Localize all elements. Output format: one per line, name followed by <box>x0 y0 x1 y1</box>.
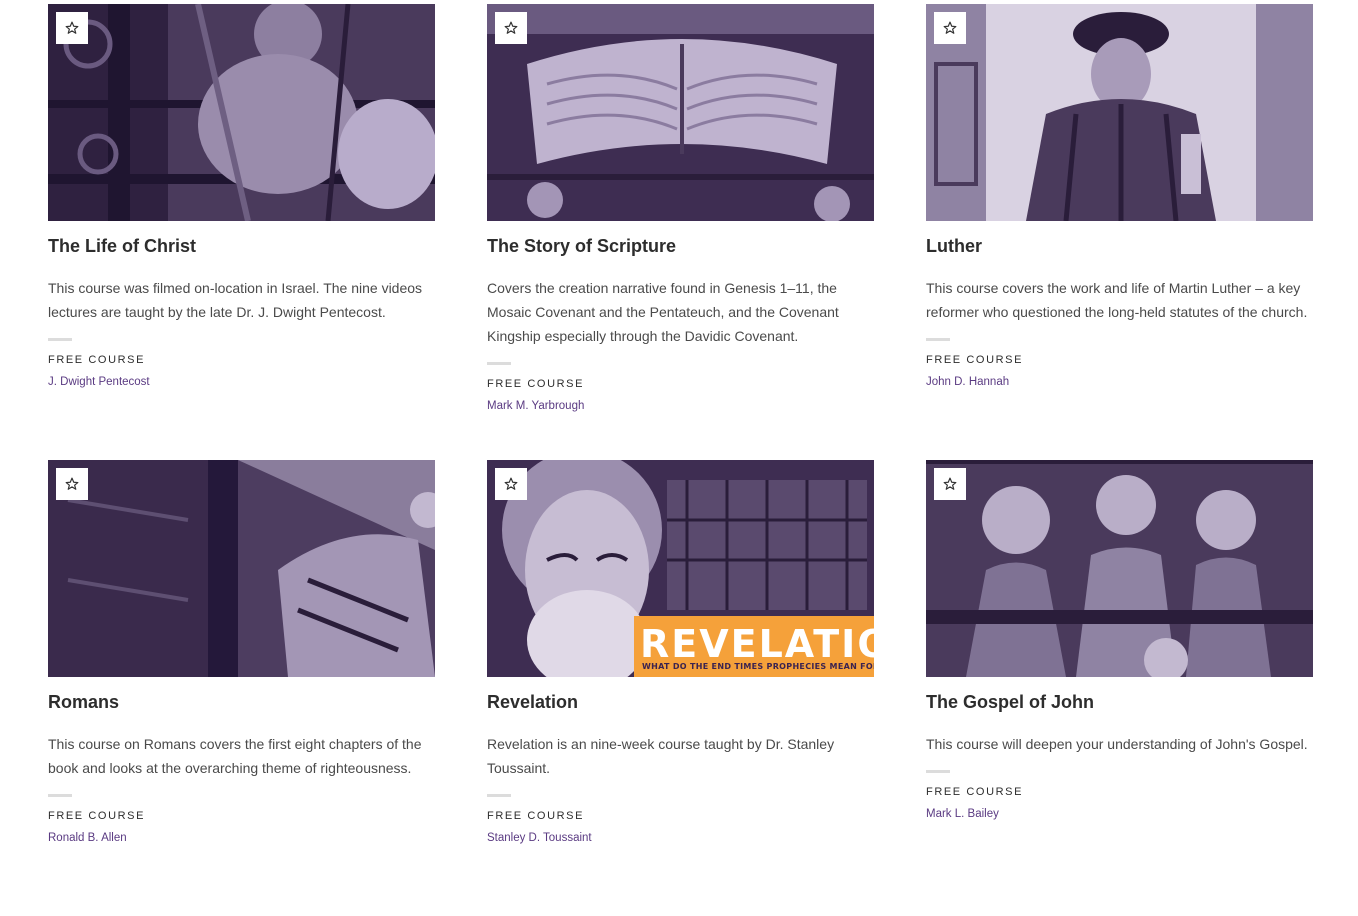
course-title[interactable]: Romans <box>48 691 435 713</box>
instructor-link[interactable]: Ronald B. Allen <box>48 832 127 844</box>
course-type-label: FREE COURSE <box>48 810 146 822</box>
course-description: This course was filmed on-location in Is… <box>48 280 423 320</box>
stained-glass-image <box>487 4 874 221</box>
stained-glass-image <box>926 460 1313 677</box>
instructor-link[interactable]: Mark L. Bailey <box>926 808 999 820</box>
course-card: REVELATION WHAT DO THE END TIMES PROPHEC… <box>487 460 874 916</box>
course-grid: The Life of Christ This course was filme… <box>48 4 1313 916</box>
stained-glass-image <box>926 4 1313 221</box>
course-description: This course on Romans covers the first e… <box>48 736 422 776</box>
wishlist-button[interactable] <box>934 468 966 500</box>
course-title[interactable]: The Story of Scripture <box>487 235 874 257</box>
wishlist-button[interactable] <box>56 12 88 44</box>
divider <box>926 338 950 341</box>
course-type-label: FREE COURSE <box>487 810 585 822</box>
instructor-link[interactable]: J. Dwight Pentecost <box>48 376 150 388</box>
instructor-link[interactable]: Stanley D. Toussaint <box>487 832 592 844</box>
course-description: This course covers the work and life of … <box>926 280 1308 320</box>
stained-glass-image <box>48 4 435 221</box>
course-description: Covers the creation narrative found in G… <box>487 280 839 344</box>
course-type-label: FREE COURSE <box>487 378 585 390</box>
instructor-link[interactable]: Mark M. Yarbrough <box>487 400 584 412</box>
course-image[interactable]: REVELATION WHAT DO THE END TIMES PROPHEC… <box>487 460 874 677</box>
divider <box>487 794 511 797</box>
divider <box>926 770 950 773</box>
star-icon <box>65 21 79 34</box>
course-banner: REVELATION WHAT DO THE END TIMES PROPHEC… <box>634 616 874 677</box>
course-title[interactable]: Revelation <box>487 691 874 713</box>
course-card: The Gospel of John This course will deep… <box>926 460 1313 916</box>
wishlist-button[interactable] <box>495 12 527 44</box>
wishlist-button[interactable] <box>56 468 88 500</box>
wishlist-button[interactable] <box>934 12 966 44</box>
star-icon <box>943 477 957 490</box>
course-card: The Story of Scripture Covers the creati… <box>487 4 874 460</box>
course-type-label: FREE COURSE <box>926 786 1024 798</box>
course-title[interactable]: The Life of Christ <box>48 235 435 257</box>
course-type-label: FREE COURSE <box>926 354 1024 366</box>
course-title[interactable]: The Gospel of John <box>926 691 1313 713</box>
course-description: This course will deepen your understandi… <box>926 736 1308 752</box>
course-title[interactable]: Luther <box>926 235 1313 257</box>
star-icon <box>504 477 518 490</box>
instructor-link[interactable]: John D. Hannah <box>926 376 1009 388</box>
course-card: The Life of Christ This course was filme… <box>48 4 435 460</box>
course-card: Luther This course covers the work and l… <box>926 4 1313 460</box>
divider <box>487 362 511 365</box>
course-card: Romans This course on Romans covers the … <box>48 460 435 916</box>
divider <box>48 338 72 341</box>
course-image[interactable] <box>487 4 874 221</box>
course-description: Revelation is an nine-week course taught… <box>487 736 835 776</box>
star-icon <box>943 21 957 34</box>
star-icon <box>504 21 518 34</box>
stained-glass-image <box>48 460 435 677</box>
course-image[interactable] <box>926 460 1313 677</box>
banner-title: REVELATION <box>640 622 874 666</box>
divider <box>48 794 72 797</box>
banner-subtitle: WHAT DO THE END TIMES PROPHECIES MEAN FO… <box>642 662 874 671</box>
course-image[interactable] <box>48 460 435 677</box>
wishlist-button[interactable] <box>495 468 527 500</box>
course-type-label: FREE COURSE <box>48 354 146 366</box>
course-image[interactable] <box>926 4 1313 221</box>
course-image[interactable] <box>48 4 435 221</box>
star-icon <box>65 477 79 490</box>
